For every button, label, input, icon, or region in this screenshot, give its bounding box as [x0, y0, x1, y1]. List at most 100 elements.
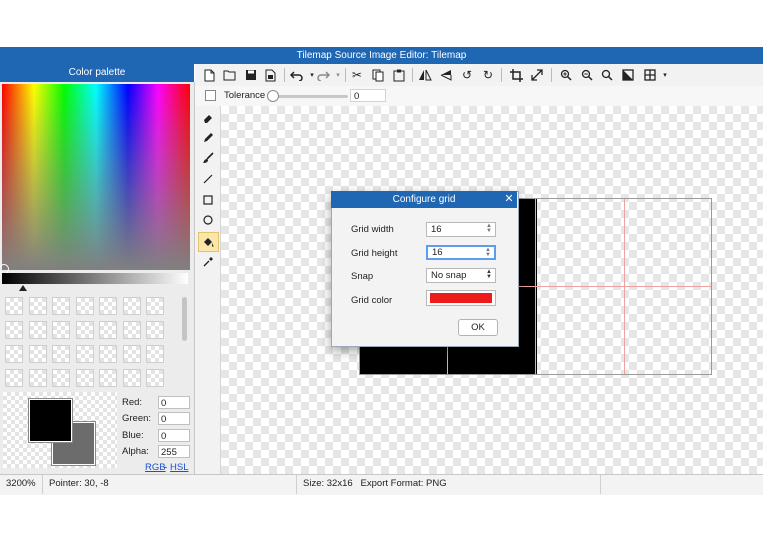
palette-swatch[interactable] [28, 297, 47, 315]
palette-swatch[interactable] [75, 321, 94, 339]
green-input[interactable]: 0 [158, 412, 190, 425]
cut-icon[interactable]: ✂ [349, 67, 365, 83]
alpha-label: Alpha: [122, 446, 149, 457]
eraser-icon[interactable] [199, 109, 217, 127]
palette-swatch[interactable] [122, 321, 141, 339]
snap-value: No snap [431, 270, 467, 281]
paste-icon[interactable] [391, 67, 407, 83]
zoom-level: 3200% [0, 474, 43, 494]
zoom-actual-icon[interactable] [620, 67, 636, 83]
grid-width-input[interactable]: 16 ▲ ▼ [426, 222, 496, 237]
palette-swatch[interactable] [122, 369, 141, 387]
palette-swatch[interactable] [75, 369, 94, 387]
tolerance-label: Tolerance [224, 90, 266, 101]
redo-icon[interactable] [315, 67, 331, 83]
swatch-scrollbar[interactable] [182, 297, 187, 341]
spinner-icon[interactable]: ▲ ▼ [485, 247, 491, 258]
rectangle-icon[interactable] [199, 191, 217, 209]
save-as-icon[interactable] [263, 67, 279, 83]
rgb-link[interactable]: RGB [145, 462, 166, 474]
snap-select[interactable]: No snap ▲ ▼ [426, 268, 496, 283]
palette-swatch[interactable] [52, 345, 70, 363]
palette-swatch[interactable] [99, 321, 117, 339]
grid-color-label: Grid color [351, 295, 393, 306]
palette-swatch[interactable] [5, 297, 23, 315]
alpha-input[interactable]: 255 [158, 445, 190, 458]
palette-swatch[interactable] [99, 297, 117, 315]
zoom-in-icon[interactable] [558, 67, 574, 83]
ellipse-icon[interactable] [199, 211, 217, 229]
palette-swatch[interactable] [99, 369, 117, 387]
tolerance-slider[interactable] [270, 95, 348, 98]
palette-swatch[interactable] [52, 297, 70, 315]
image-size-format: Size: 32x16 Export Format: PNG [297, 474, 601, 494]
resize-icon[interactable] [529, 67, 545, 83]
copy-icon[interactable] [370, 67, 386, 83]
brush-icon[interactable] [199, 149, 217, 167]
window-title: Tilemap Source Image Editor: Tilemap [0, 47, 763, 64]
palette-swatch[interactable] [122, 345, 141, 363]
palette-swatch[interactable] [5, 345, 23, 363]
primary-color-swatch[interactable] [29, 399, 72, 442]
lightness-bar[interactable] [2, 273, 188, 284]
new-file-icon[interactable] [201, 67, 217, 83]
palette-swatch[interactable] [75, 297, 94, 315]
palette-swatch[interactable] [146, 297, 164, 315]
palette-swatch[interactable] [28, 321, 47, 339]
palette-swatch[interactable] [75, 345, 94, 363]
zoom-fit-icon[interactable] [599, 67, 615, 83]
red-input[interactable]: 0 [158, 396, 190, 409]
tolerance-slider-thumb[interactable] [267, 90, 279, 102]
grid-width-value: 16 [431, 224, 442, 235]
palette-swatch[interactable] [28, 369, 47, 387]
zoom-out-icon[interactable] [579, 67, 595, 83]
grid-height-label: Grid height [351, 248, 398, 259]
palette-swatch[interactable] [5, 369, 23, 387]
tolerance-checkbox[interactable] [205, 90, 216, 101]
rotate-left-icon[interactable]: ↺ [459, 67, 475, 83]
grid-menu-icon[interactable]: ▾ [657, 67, 673, 83]
palette-swatch[interactable] [28, 345, 47, 363]
palette-swatch[interactable] [5, 321, 23, 339]
fill-bucket-icon[interactable] [199, 233, 217, 251]
rotate-right-icon[interactable]: ↻ [480, 67, 496, 83]
palette-header: Color palette [0, 64, 194, 82]
eyedropper-icon[interactable] [199, 253, 217, 271]
palette-swatch[interactable] [52, 369, 70, 387]
undo-icon[interactable] [289, 67, 305, 83]
ok-button[interactable]: OK [458, 319, 498, 336]
hsl-link[interactable]: HSL [170, 462, 188, 474]
palette-swatch[interactable] [122, 297, 141, 315]
blue-input[interactable]: 0 [158, 429, 190, 442]
swatch-grid [5, 297, 173, 389]
blue-label: Blue: [122, 430, 144, 441]
palette-swatch[interactable] [146, 369, 164, 387]
grid-width-label: Grid width [351, 224, 394, 235]
open-folder-icon[interactable] [222, 67, 238, 83]
grid-height-value: 16 [432, 247, 443, 258]
close-icon[interactable]: ✕ [502, 191, 516, 208]
grid-height-input[interactable]: 16 ▲ ▼ [426, 245, 496, 260]
green-label: Green: [122, 413, 152, 424]
pointer-position: Pointer: 30, -8 [43, 474, 297, 494]
palette-swatch[interactable] [99, 345, 117, 363]
palette-swatch[interactable] [146, 321, 164, 339]
grid-color-swatch [430, 293, 492, 303]
crop-icon[interactable] [508, 67, 524, 83]
flip-horizontal-icon[interactable] [417, 67, 433, 83]
lightness-marker[interactable] [19, 285, 27, 291]
tolerance-value[interactable]: 0 [350, 89, 386, 102]
select-arrows-icon: ▲ ▼ [486, 269, 492, 280]
snap-label: Snap [351, 271, 374, 282]
palette-swatch[interactable] [146, 345, 164, 363]
redo-menu-icon[interactable]: ▾ [330, 67, 346, 83]
flip-vertical-icon[interactable] [438, 67, 454, 83]
color-spectrum[interactable] [2, 84, 190, 270]
main-toolbar: ▾ ▾ ✂ ↺ ↻ ▾ [195, 64, 763, 87]
save-icon[interactable] [243, 67, 259, 83]
palette-swatch[interactable] [52, 321, 70, 339]
line-icon[interactable] [199, 170, 217, 188]
spinner-icon[interactable]: ▲ ▼ [486, 223, 492, 234]
grid-icon[interactable] [642, 67, 658, 83]
pencil-icon[interactable] [199, 129, 217, 147]
